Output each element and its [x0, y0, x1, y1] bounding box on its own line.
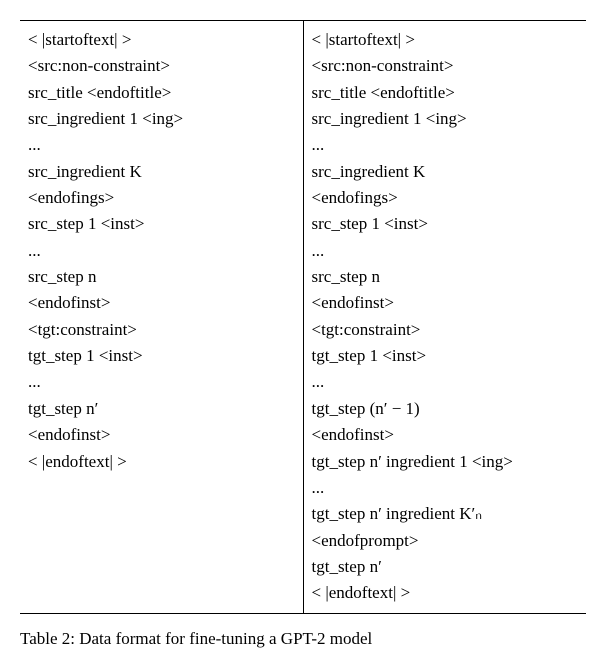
col-left-line: tgt_step n′ — [28, 396, 295, 422]
col-right-line: <tgt:constraint> — [312, 317, 579, 343]
col-left-line: <tgt:constraint> — [28, 317, 295, 343]
col-right-line: <endofinst> — [312, 290, 579, 316]
col-left-line: <endofings> — [28, 185, 295, 211]
col-right-line: <endofings> — [312, 185, 579, 211]
col-right-line: < |endoftext| > — [312, 580, 579, 606]
col-left-line: src_step n — [28, 264, 295, 290]
col-left-line: ... — [28, 238, 295, 264]
col-right-line: <endofprompt> — [312, 528, 579, 554]
table-left-column: < |startoftext| > <src:non-constraint> s… — [20, 21, 304, 613]
col-left-line: <endofinst> — [28, 290, 295, 316]
col-right-line: tgt_step 1 <inst> — [312, 343, 579, 369]
col-left-line: src_ingredient 1 <ing> — [28, 106, 295, 132]
col-right-line: src_step 1 <inst> — [312, 211, 579, 237]
col-left-line: < |endoftext| > — [28, 449, 295, 475]
col-right-line: tgt_step n′ ingredient K′ₙ — [312, 501, 579, 527]
table-right-column: < |startoftext| > <src:non-constraint> s… — [304, 21, 587, 613]
col-right-line: <src:non-constraint> — [312, 53, 579, 79]
col-left-line: src_step 1 <inst> — [28, 211, 295, 237]
col-right-line: ... — [312, 369, 579, 395]
col-right-line: ... — [312, 475, 579, 501]
caption-label: Table 2: — [20, 629, 79, 648]
col-left-line: src_title <endoftitle> — [28, 80, 295, 106]
col-right-line: ... — [312, 132, 579, 158]
col-left-line: tgt_step 1 <inst> — [28, 343, 295, 369]
col-right-line: < |startoftext| > — [312, 27, 579, 53]
col-left-line: <src:non-constraint> — [28, 53, 295, 79]
col-left-line: < |startoftext| > — [28, 27, 295, 53]
col-left-line: ... — [28, 132, 295, 158]
col-right-line: tgt_step n′ ingredient 1 <ing> — [312, 449, 579, 475]
col-right-line: tgt_step n′ — [312, 554, 579, 580]
col-right-line: ... — [312, 238, 579, 264]
col-right-line: src_step n — [312, 264, 579, 290]
col-right-line: <endofinst> — [312, 422, 579, 448]
col-right-line: src_ingredient 1 <ing> — [312, 106, 579, 132]
col-left-line: src_ingredient K — [28, 159, 295, 185]
col-left-line: <endofinst> — [28, 422, 295, 448]
caption-text: Data format for fine-tuning a GPT-2 mode… — [79, 629, 372, 648]
col-left-line: ... — [28, 369, 295, 395]
col-right-line: tgt_step (n′ − 1) — [312, 396, 579, 422]
col-right-line: src_ingredient K — [312, 159, 579, 185]
col-right-line: src_title <endoftitle> — [312, 80, 579, 106]
data-format-table: < |startoftext| > <src:non-constraint> s… — [20, 20, 586, 614]
